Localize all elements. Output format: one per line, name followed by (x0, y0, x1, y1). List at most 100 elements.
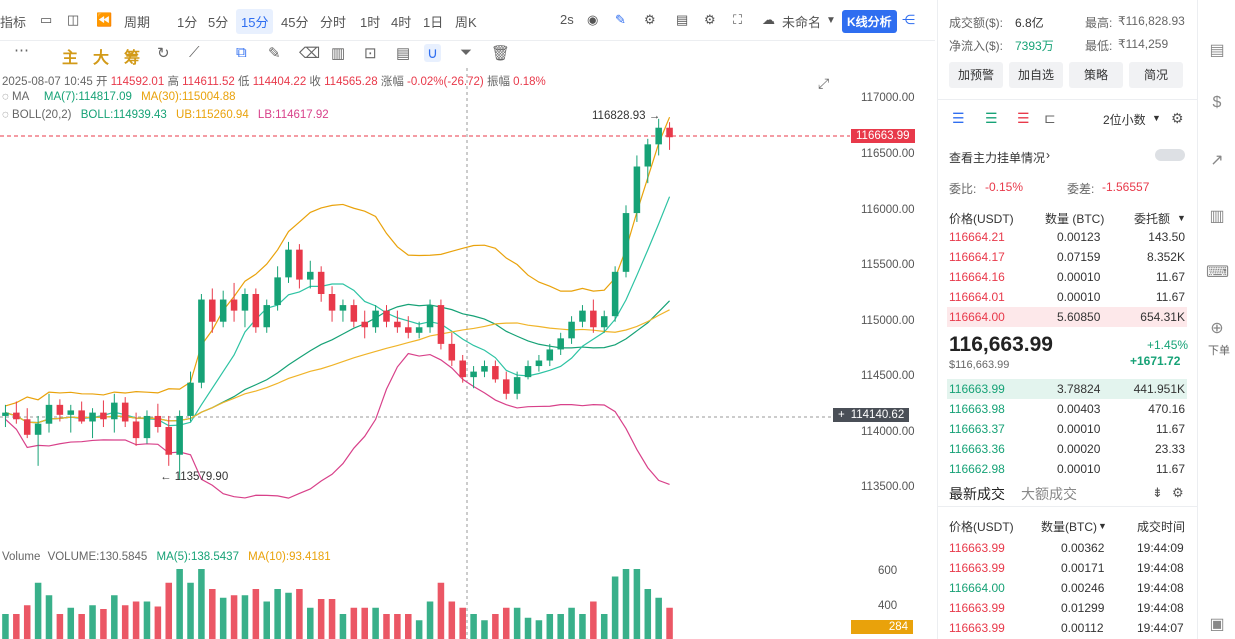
document-icon[interactable]: ▤ (1206, 40, 1228, 62)
candle[interactable] (448, 332, 456, 367)
kline-analysis-button[interactable]: K线分析 (842, 10, 897, 33)
candle[interactable] (350, 299, 358, 328)
candle[interactable] (187, 371, 194, 422)
interval-1d[interactable]: 1日 (423, 12, 443, 31)
candle[interactable] (307, 260, 314, 289)
lock-icon[interactable]: ⊡ (364, 44, 377, 62)
candle[interactable] (252, 288, 260, 333)
main-force-tool[interactable]: 主 (62, 44, 78, 68)
candle[interactable] (121, 397, 129, 428)
interval-5m[interactable]: 5分 (208, 12, 228, 31)
replay-icon[interactable]: ⏪ (96, 12, 112, 28)
candle[interactable] (143, 410, 151, 444)
filter-icon[interactable]: ⏷ (460, 44, 472, 61)
settings-icon[interactable]: ⚙ (1172, 485, 1184, 501)
tab-large-trades[interactable]: 大额成交 (1021, 484, 1077, 504)
candle[interactable] (666, 122, 673, 150)
orderbook-asks-icon[interactable]: ☰ (1017, 110, 1030, 127)
chevron-right-icon[interactable]: › (1046, 148, 1050, 162)
candle[interactable] (198, 294, 205, 389)
main-orders-link[interactable]: 查看主力挂单情况 (949, 149, 1045, 166)
indicators-button[interactable]: 指标 (0, 12, 26, 31)
layout-name[interactable]: 未命名 (782, 12, 821, 31)
candle[interactable] (437, 299, 445, 350)
candle[interactable] (644, 138, 652, 184)
ruler-icon[interactable]: ⟋ (189, 44, 200, 61)
candle[interactable] (633, 155, 641, 222)
candle[interactable] (23, 408, 31, 439)
chevron-down-icon[interactable]: ▼ (1177, 213, 1186, 223)
interval-week[interactable]: 周K (455, 12, 477, 31)
candle[interactable] (622, 205, 630, 278)
plus-icon[interactable]: + (838, 409, 845, 421)
dollar-icon[interactable]: $ (1206, 94, 1228, 116)
gear-icon[interactable]: ⚙ (704, 12, 716, 28)
candle[interactable] (176, 410, 183, 480)
candle[interactable] (502, 371, 510, 400)
ask-row[interactable]: 116664.21 0.00123 143.50 (947, 227, 1187, 247)
ask-row[interactable]: 116664.00 5.60850 654.31K (947, 307, 1187, 327)
candle[interactable] (89, 408, 96, 439)
settings-icon[interactable]: ⚙ (644, 12, 656, 28)
add-alert-button[interactable]: 加预警 (949, 62, 1003, 88)
order-icon[interactable]: ⊕ (1206, 318, 1228, 340)
candle[interactable] (285, 241, 292, 283)
candle[interactable] (405, 316, 412, 339)
bid-row[interactable]: 116663.99 3.78824 441.951K (947, 379, 1187, 399)
candle[interactable] (34, 415, 42, 466)
replay-tool-icon[interactable]: ↻ (157, 44, 170, 62)
strategy-button[interactable]: 策略 (1069, 62, 1123, 88)
main-orders-toggle[interactable] (1155, 149, 1185, 161)
candle[interactable] (339, 299, 347, 322)
orderbook-bids-icon[interactable]: ☰ (985, 110, 998, 127)
refresh-rate[interactable]: 2s (560, 12, 574, 27)
more-icon[interactable]: ⋯ (14, 41, 29, 59)
candle[interactable] (111, 393, 118, 433)
ask-row[interactable]: 116664.16 0.00010 11.67 (947, 267, 1187, 287)
candle[interactable] (78, 401, 85, 424)
candle[interactable] (394, 310, 401, 333)
candle[interactable] (317, 266, 325, 302)
ask-row[interactable]: 116664.17 0.07159 8.352K (947, 247, 1187, 267)
candle[interactable] (383, 305, 390, 328)
list-icon[interactable]: ⇟ (1152, 485, 1163, 501)
keyboard-icon[interactable]: ⌨ (1206, 262, 1229, 284)
camera-icon[interactable]: ◉ (587, 12, 598, 28)
add-watchlist-button[interactable]: 加自选 (1009, 62, 1063, 88)
orderbook-both-icon[interactable]: ☰ (952, 110, 965, 127)
calendar-icon[interactable]: ▭ (40, 12, 52, 28)
copy-icon[interactable]: ⧉ (236, 44, 247, 61)
magnet-icon[interactable]: ∪ (424, 44, 441, 62)
decimals-select[interactable]: 2位小数 (1103, 111, 1146, 128)
bid-row[interactable]: 116663.37 0.00010 11.67 (947, 419, 1187, 439)
orderbook-depth-icon[interactable]: ⊏ (1044, 110, 1056, 127)
overview-button[interactable]: 简况 (1129, 62, 1183, 88)
share-icon[interactable]: ⋲ (902, 12, 915, 28)
candle[interactable] (361, 310, 368, 339)
indicator-settings-icon[interactable]: ▤ (676, 12, 688, 28)
candle[interactable] (579, 305, 586, 328)
candle[interactable] (524, 360, 532, 380)
candle[interactable] (481, 360, 488, 378)
layout-icon[interactable]: ◫ (67, 12, 79, 28)
order-label[interactable]: 下单 (1208, 342, 1230, 358)
candle[interactable] (230, 282, 238, 322)
interval-1m[interactable]: 1分 (177, 12, 197, 31)
pen-icon[interactable]: ✎ (615, 12, 626, 28)
candle[interactable] (219, 290, 227, 328)
candle[interactable] (590, 299, 597, 333)
candle[interactable] (557, 332, 564, 355)
brush-icon[interactable]: ✎ (268, 44, 281, 62)
interval-timeshare[interactable]: 分时 (320, 12, 346, 31)
candle[interactable] (45, 393, 53, 433)
trash-icon[interactable]: 🗑 (491, 44, 510, 62)
chevron-down-icon[interactable]: ▼ (1098, 521, 1107, 531)
interval-45m[interactable]: 45分 (281, 12, 308, 31)
bid-row[interactable]: 116663.36 0.00020 23.33 (947, 439, 1187, 459)
chevron-down-icon[interactable]: ▼ (1152, 113, 1161, 123)
candle[interactable] (535, 354, 543, 372)
trend-icon[interactable]: ↗ (1206, 150, 1228, 172)
candle[interactable] (372, 305, 379, 333)
candle[interactable] (296, 244, 303, 289)
bid-row[interactable]: 116662.98 0.00010 11.67 (947, 459, 1187, 479)
